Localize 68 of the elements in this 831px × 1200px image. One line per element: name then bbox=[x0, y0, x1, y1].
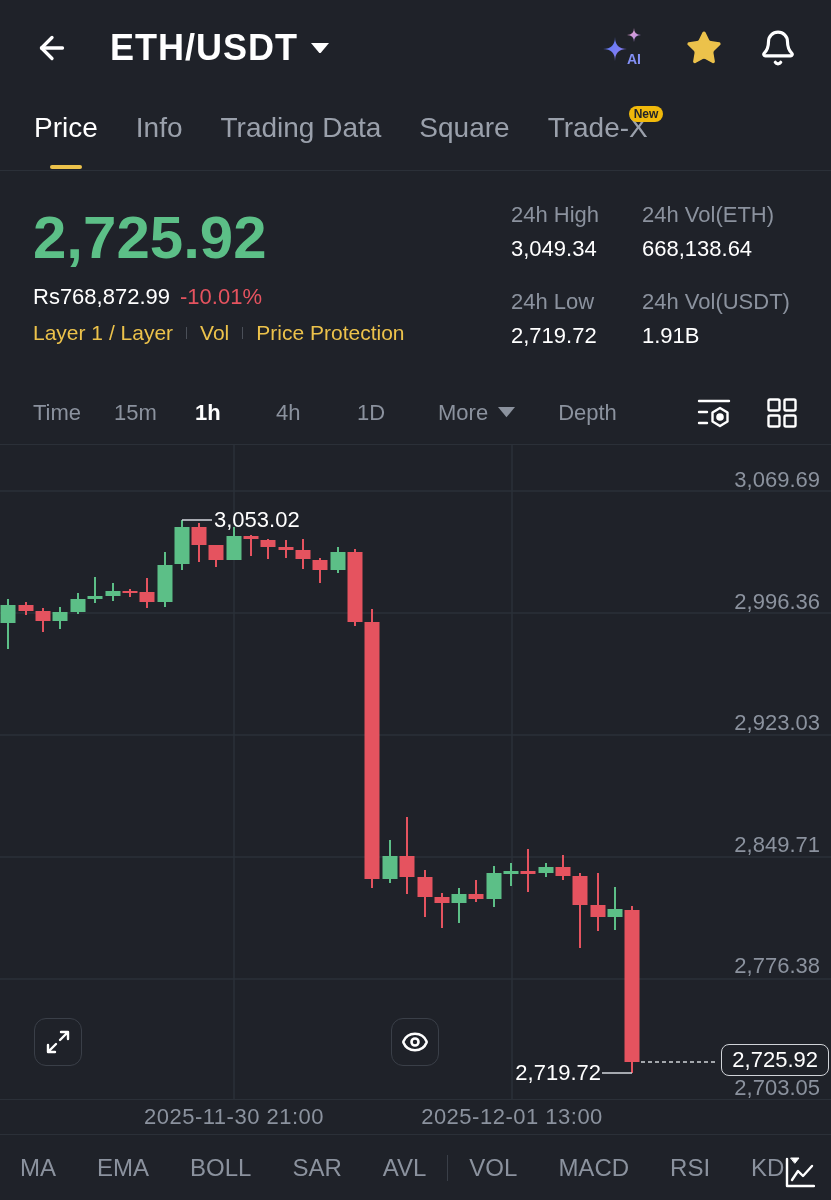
interval-tab[interactable]: 15m bbox=[114, 398, 164, 427]
candle bbox=[174, 520, 190, 570]
last-price-tag: 2,725.92 bbox=[721, 1044, 829, 1076]
candle bbox=[434, 893, 450, 928]
last-price: 2,725.92 bbox=[33, 208, 268, 268]
leader-line bbox=[601, 1072, 633, 1074]
nav-tab[interactable]: Trading Data bbox=[220, 96, 382, 170]
price-axis-label: 2,996.36 bbox=[734, 589, 820, 614]
more-dropdown[interactable]: More bbox=[438, 398, 516, 427]
indicator-tab[interactable]: MACD bbox=[558, 1152, 630, 1183]
low-price-label: 2,719.72 bbox=[515, 1061, 601, 1085]
indicator-tab[interactable]: VOL bbox=[469, 1152, 518, 1183]
stat-value: 2,719.72 bbox=[511, 322, 598, 350]
candle bbox=[0, 599, 16, 649]
stat-value: 3,049.34 bbox=[511, 235, 598, 263]
time-axis-label: 2025-11-30 21:00 bbox=[143, 1103, 325, 1131]
fiat-price: Rs768,872.99 bbox=[33, 284, 170, 310]
interval-tab[interactable]: 1h bbox=[195, 398, 245, 427]
interval-tab[interactable]: Time bbox=[33, 398, 83, 427]
price-axis-label: 2,703.05 bbox=[734, 1075, 820, 1100]
indicator-tab[interactable]: AVL bbox=[382, 1152, 427, 1183]
stat-label: 24h High bbox=[511, 201, 601, 229]
pair-selector[interactable]: ETH/USDT bbox=[110, 26, 329, 70]
indicator-tab[interactable]: MA bbox=[20, 1152, 56, 1183]
nav-tab[interactable]: Info bbox=[135, 96, 183, 170]
line-chart-icon[interactable] bbox=[785, 1156, 815, 1188]
candle bbox=[52, 607, 68, 629]
ai-button[interactable]: AI bbox=[603, 27, 649, 69]
stat-label: 24h Vol(USDT) bbox=[642, 288, 791, 316]
stat-value: 668,138.64 bbox=[642, 235, 754, 263]
candle bbox=[87, 577, 103, 603]
indicator-tab[interactable]: KD bbox=[751, 1152, 785, 1183]
candle bbox=[417, 870, 433, 917]
price-axis-label: 2,849.71 bbox=[734, 832, 820, 857]
expand-button[interactable] bbox=[34, 1018, 82, 1066]
stat-value: 1.91B bbox=[642, 322, 701, 350]
tag-link[interactable]: Vol bbox=[200, 320, 230, 346]
nav-tab[interactable]: Price bbox=[34, 96, 98, 170]
candle bbox=[157, 552, 173, 607]
candle bbox=[312, 558, 328, 583]
candle bbox=[260, 539, 276, 559]
stat-label: 24h Low bbox=[511, 288, 596, 316]
caret-icon bbox=[311, 42, 329, 54]
leader-line bbox=[181, 519, 213, 521]
tag-link[interactable]: Layer 1 / Layer bbox=[33, 320, 174, 346]
interval-tab[interactable]: 1D bbox=[357, 398, 407, 427]
stat-label: 24h Vol(ETH) bbox=[642, 201, 776, 229]
nav-tab[interactable]: Square bbox=[419, 96, 510, 170]
bell-icon[interactable] bbox=[759, 29, 797, 67]
price-axis-label: 2,776.38 bbox=[734, 954, 820, 978]
indicator-tab[interactable]: SAR bbox=[292, 1152, 342, 1183]
visibility-button[interactable] bbox=[391, 1018, 439, 1066]
expand-icon bbox=[45, 1029, 71, 1055]
high-price-label: 3,053.02 bbox=[214, 508, 300, 532]
indicator-tab[interactable]: BOLL bbox=[190, 1152, 252, 1183]
candle bbox=[590, 873, 606, 931]
time-axis-label: 2025-12-01 13:00 bbox=[421, 1103, 603, 1131]
price-axis-label: 3,069.69 bbox=[734, 468, 820, 492]
candle bbox=[70, 593, 86, 614]
interval-tab[interactable]: 4h bbox=[276, 398, 326, 427]
grid-icon[interactable] bbox=[767, 397, 797, 428]
price-change: -10.01% bbox=[180, 284, 262, 310]
indicator-tab[interactable]: EMA bbox=[97, 1152, 149, 1183]
interval-tab[interactable]: Depth bbox=[558, 398, 617, 427]
tag-link[interactable]: Price Protection bbox=[256, 320, 405, 346]
indicator-tab[interactable]: RSI bbox=[670, 1152, 711, 1183]
caret-icon bbox=[498, 407, 516, 418]
price-axis-label: 2,923.03 bbox=[734, 711, 820, 735]
